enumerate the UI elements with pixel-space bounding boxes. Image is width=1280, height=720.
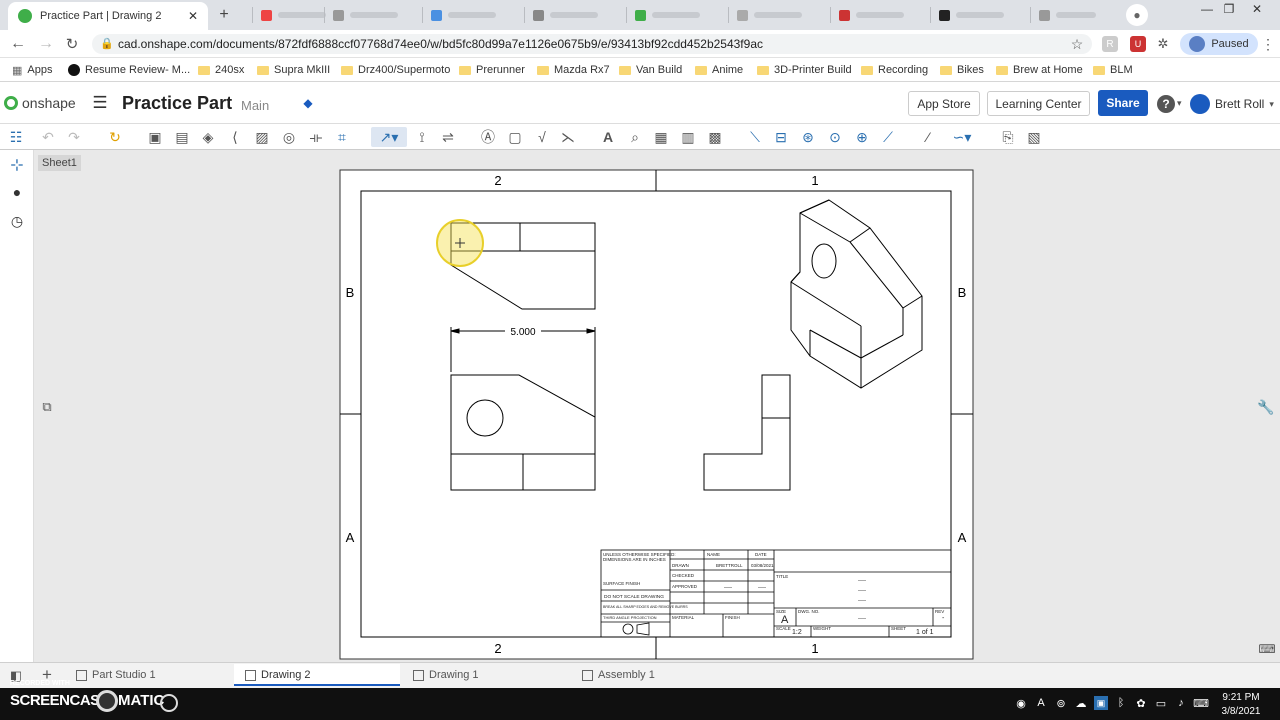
watermark-suffix: MATIC <box>118 692 165 709</box>
tray-icon[interactable]: ⊚ <box>1054 696 1068 710</box>
taskbar-date[interactable]: 3/8/2021 <box>1218 706 1264 717</box>
tray-icon[interactable]: A <box>1034 696 1048 710</box>
taskbar-time[interactable]: 9:21 PM <box>1218 692 1264 703</box>
zone-label-top: 1 <box>811 173 818 188</box>
tb-sheet-label: SHEET <box>891 626 906 631</box>
zone-label-bottom: 2 <box>494 641 501 656</box>
tb-title-label: TITLE <box>776 574 788 579</box>
tab-label: Drawing 2 <box>261 669 311 681</box>
tb-row-label: CHECKED <box>672 573 695 578</box>
drawing-icon <box>245 669 256 681</box>
zone-label-right: B <box>958 285 967 300</box>
tb-scale-value: 1:2 <box>792 629 802 636</box>
tb-placeholder: ---- <box>858 588 866 594</box>
part-studio-icon <box>76 669 87 681</box>
tb-note: BREAK ALL SHARP EDGES AND REMOVE BURRS <box>603 605 688 609</box>
zone-label-right: A <box>958 530 967 545</box>
zone-label-bottom: 1 <box>811 641 818 656</box>
watermark-brand: SCREENCAST <box>10 692 109 709</box>
tab-label: Part Studio 1 <box>92 669 156 681</box>
tab-drawing-2[interactable]: Drawing 2 <box>245 666 311 684</box>
sheet-outer-border <box>339 169 974 660</box>
tb-placeholder: ---- <box>858 578 866 584</box>
os-taskbar <box>0 688 1280 720</box>
tb-finish: FINISH <box>725 615 740 620</box>
zone-label-left: A <box>346 530 355 545</box>
tb-sheet-value: 1 of 1 <box>916 629 934 636</box>
tb-note: SURFACE FINISH <box>603 581 640 586</box>
tb-row-label: DRAWN <box>672 563 689 568</box>
bluetooth-icon[interactable]: ᛒ <box>1114 696 1128 710</box>
tray-icon[interactable]: ▣ <box>1094 696 1108 710</box>
drawing-canvas[interactable]: 2 1 2 1 B A B A 5.000 UNLESS OTHERWISE S… <box>0 0 1280 720</box>
tray-icon[interactable]: ☁ <box>1074 696 1088 710</box>
volume-icon[interactable]: ♪ <box>1174 696 1188 710</box>
zone-label-top: 2 <box>494 173 501 188</box>
tab-label: Drawing 1 <box>429 669 479 681</box>
keyboard-language-icon[interactable]: ⌨ <box>1193 696 1209 710</box>
assembly-icon <box>582 669 593 681</box>
tb-row-label: APPROVED <box>672 584 698 589</box>
tb-drawn-date: 03/08/2021 <box>751 563 774 568</box>
network-icon[interactable]: ▭ <box>1154 696 1168 710</box>
tb-size-value: A <box>781 614 789 626</box>
tb-header: DATE <box>755 552 767 557</box>
tb-weight-label: WEIGHT <box>813 626 831 631</box>
dimension-value: 5.000 <box>510 327 535 338</box>
record-button-icon[interactable] <box>160 694 178 712</box>
tb-note: DO NOT SCALE DRAWING <box>604 594 664 600</box>
tb-dwg-no-label: DWG. NO. <box>798 609 820 614</box>
tb-rev-label: REV <box>935 609 944 614</box>
drawing-icon <box>413 669 424 681</box>
tb-placeholder: ---- <box>858 598 866 604</box>
tab-assembly-1[interactable]: Assembly 1 <box>582 666 655 684</box>
tab-drawing-1[interactable]: Drawing 1 <box>413 666 479 684</box>
tb-scale-label: SCALE <box>776 626 791 631</box>
tb-drawn-name: BRETTROLL <box>716 563 743 568</box>
tb-note: THIRD ANGLE PROJECTION <box>603 615 657 620</box>
tab-label: Assembly 1 <box>598 669 655 681</box>
watermark-top: RECORDED WITH <box>10 680 70 687</box>
tray-icon[interactable]: ◉ <box>1014 696 1028 710</box>
zone-label-left: B <box>346 285 355 300</box>
screencast-logo-icon <box>96 690 118 712</box>
tb-material: MATERIAL <box>672 615 695 620</box>
tb-approved-date: ---- <box>758 585 766 591</box>
tb-approved-name: ---- <box>724 585 732 591</box>
tab-part-studio-1[interactable]: Part Studio 1 <box>76 666 156 684</box>
tray-icon[interactable]: ✿ <box>1134 696 1148 710</box>
tb-header: NAME <box>707 552 720 557</box>
tb-note: DIMENSIONS ARE IN INCHES <box>603 557 666 562</box>
tb-dwg-no-value: ---- <box>858 616 866 622</box>
